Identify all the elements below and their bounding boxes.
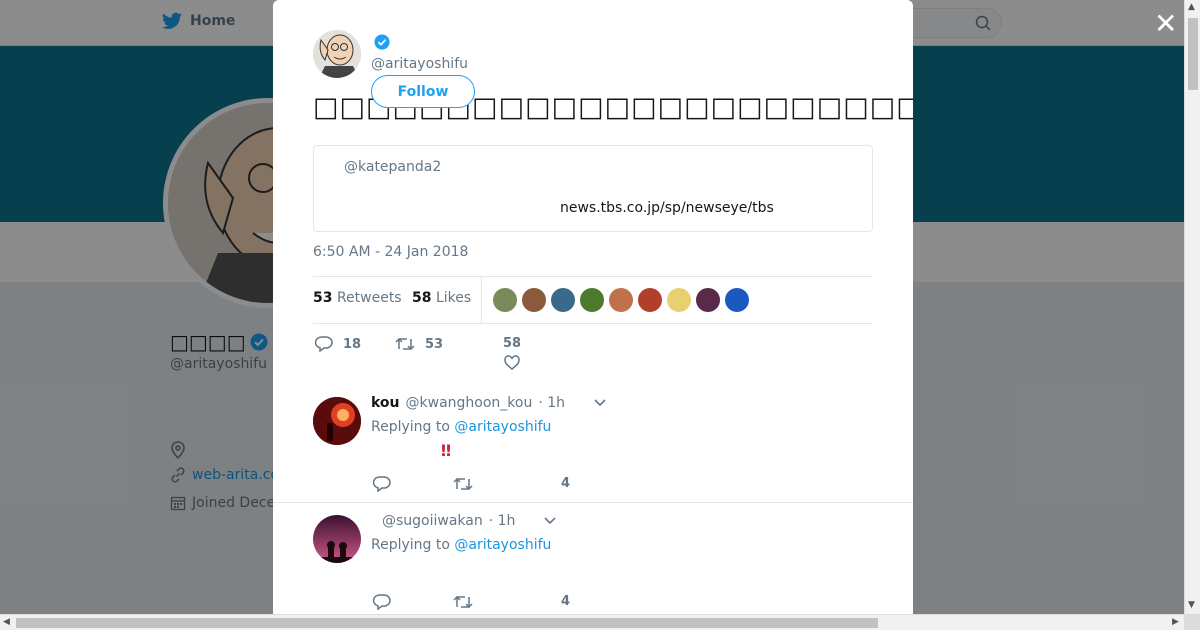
- close-icon[interactable]: ✕: [1154, 10, 1177, 38]
- author-avatar-illustration: [313, 30, 361, 78]
- reply-action[interactable]: [373, 476, 391, 492]
- reply-avatar[interactable]: [313, 397, 361, 445]
- liker-avatars: [493, 288, 749, 312]
- likes-count: 58: [412, 290, 432, 306]
- reply-avatar-image: [313, 397, 361, 445]
- like-action[interactable]: 58: [503, 336, 521, 370]
- reply-handle[interactable]: @kwanghoon_kou: [406, 395, 533, 411]
- scroll-right-icon[interactable]: ▶: [1172, 617, 1179, 627]
- replying-prefix: Replying to: [371, 537, 450, 553]
- reply-handle[interactable]: @sugoiiwakan: [382, 513, 483, 529]
- liker-avatar[interactable]: [725, 288, 749, 312]
- replying-to: Replying to @aritayoshifu: [371, 419, 551, 435]
- tweet-modal: @aritayoshifu □□□□□□□□□□□□□□□□□□□□□□□□□□…: [273, 0, 913, 614]
- liker-avatar[interactable]: [638, 288, 662, 312]
- author-avatar[interactable]: [313, 30, 361, 78]
- like-count: 58: [503, 336, 522, 351]
- chevron-down-icon[interactable]: [593, 398, 607, 408]
- scroll-left-icon[interactable]: ◀: [3, 617, 10, 627]
- reply-action[interactable]: 18: [315, 336, 361, 352]
- replying-mention[interactable]: @aritayoshifu: [454, 419, 551, 435]
- reply-avatar-image: [313, 515, 361, 563]
- scroll-up-icon[interactable]: ▲: [1188, 2, 1195, 12]
- stats-divider: [481, 277, 482, 323]
- liker-avatar[interactable]: [522, 288, 546, 312]
- reply-time[interactable]: · 1h: [489, 513, 516, 529]
- reply-icon: [315, 336, 333, 352]
- horizontal-scroll-thumb[interactable]: [16, 618, 878, 628]
- likes-stat[interactable]: 58 Likes: [412, 290, 471, 306]
- reply-header: @sugoiiwakan · 1h: [376, 513, 557, 529]
- retweet-icon: [453, 595, 473, 609]
- retweet-action[interactable]: [453, 476, 473, 492]
- reply-icon: [373, 476, 391, 492]
- reply-count: 18: [343, 336, 362, 352]
- liker-avatar[interactable]: [696, 288, 720, 312]
- liker-avatar[interactable]: [667, 288, 691, 312]
- retweets-count: 53: [313, 290, 333, 306]
- quoted-link[interactable]: news.tbs.co.jp/sp/newseye/tbs: [560, 200, 774, 216]
- retweet-icon: [395, 337, 415, 351]
- liker-avatar[interactable]: [609, 288, 633, 312]
- author-handle[interactable]: @aritayoshifu: [371, 56, 468, 72]
- like-action[interactable]: 4: [561, 476, 570, 491]
- tweet-timestamp: 6:50 AM - 24 Jan 2018: [313, 244, 469, 260]
- like-count: 4: [561, 594, 571, 609]
- scroll-down-icon[interactable]: ▼: [1188, 600, 1195, 610]
- retweets-stat[interactable]: 53 Retweets: [313, 290, 402, 306]
- scrollbar-corner: [1184, 614, 1200, 630]
- likes-label: Likes: [435, 290, 472, 306]
- retweet-icon: [453, 477, 473, 491]
- retweet-action[interactable]: [453, 594, 473, 610]
- reply-divider: [273, 502, 913, 503]
- reply-avatar[interactable]: [313, 515, 361, 563]
- retweets-label: Retweets: [336, 290, 402, 306]
- retweet-count: 53: [425, 336, 444, 352]
- vertical-scroll-thumb[interactable]: [1188, 18, 1198, 90]
- horizontal-scrollbar[interactable]: ◀ ▶: [0, 614, 1184, 630]
- liker-avatar[interactable]: [551, 288, 575, 312]
- liker-avatar[interactable]: [580, 288, 604, 312]
- verified-badge-icon: [374, 34, 390, 54]
- replying-prefix: Replying to: [371, 419, 450, 435]
- follow-button[interactable]: Follow: [371, 75, 475, 108]
- reply-time[interactable]: · 1h: [538, 395, 565, 411]
- replying-mention[interactable]: @aritayoshifu: [454, 537, 551, 553]
- chevron-down-icon[interactable]: [543, 516, 557, 526]
- reply-display-name[interactable]: kou: [371, 395, 400, 411]
- vertical-scrollbar[interactable]: ▲ ▼: [1184, 0, 1200, 614]
- liker-avatar[interactable]: [493, 288, 517, 312]
- quoted-tweet-card[interactable]: @katepanda2 news.tbs.co.jp/sp/newseye/tb…: [313, 145, 873, 232]
- reply-action[interactable]: [373, 594, 391, 610]
- reply-header: kou @kwanghoon_kou · 1h: [371, 395, 607, 411]
- replying-to: Replying to @aritayoshifu: [371, 537, 551, 553]
- retweet-action[interactable]: 53: [395, 336, 443, 352]
- heart-icon: [504, 355, 520, 370]
- like-action[interactable]: 4: [561, 594, 570, 609]
- tweet-stats: 53 Retweets 58 Likes: [313, 276, 873, 324]
- reply-icon: [373, 594, 391, 610]
- reply-text: ‼: [441, 441, 452, 460]
- like-count: 4: [561, 476, 571, 491]
- quoted-handle: @katepanda2: [344, 159, 442, 175]
